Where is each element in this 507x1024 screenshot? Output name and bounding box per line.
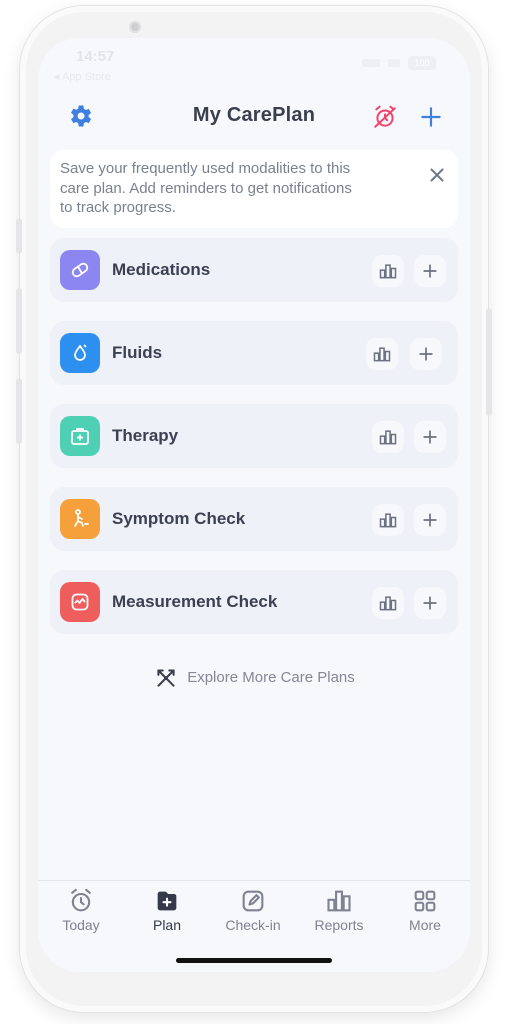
reports-button[interactable] <box>372 504 404 536</box>
explore-label: Explore More Care Plans <box>187 668 355 686</box>
careplan-item-label: Therapy <box>112 426 179 445</box>
status-time: 14:57 <box>76 48 115 65</box>
alarm-off-icon[interactable] <box>372 104 398 130</box>
banner-line-2: care plan. Add reminders to get notifica… <box>60 179 352 197</box>
banner-text: Save your frequently used modalities to … <box>60 159 406 218</box>
droplet-icon <box>60 333 100 373</box>
explore-more-link[interactable]: Explore More Care Plans <box>38 664 470 695</box>
careplan-item-symptom-check[interactable]: Symptom Check <box>50 487 458 551</box>
page-title: My CarePlan <box>192 104 316 126</box>
back-to-app-store[interactable]: ◂ App Store <box>54 70 111 83</box>
careplan-item-label: Symptom Check <box>112 509 246 528</box>
app-screen: 14:57 ◂ App Store 100 My CarePlan Save y… <box>38 38 470 972</box>
careplan-item-fluids[interactable]: Fluids <box>50 321 458 385</box>
bar-chart-icon <box>373 347 391 362</box>
bar-chart-icon <box>379 430 397 445</box>
side-button-volume-up <box>16 288 22 354</box>
bar-chart-icon <box>379 513 397 528</box>
plan-icon <box>157 891 177 911</box>
add-item-button[interactable] <box>414 421 446 453</box>
careplan-item-therapy[interactable]: Therapy <box>50 404 458 468</box>
add-icon[interactable] <box>418 104 444 130</box>
side-button-power <box>486 308 492 416</box>
info-banner: Save your frequently used modalities to … <box>50 150 458 228</box>
add-item-button[interactable] <box>414 255 446 287</box>
add-item-button[interactable] <box>414 504 446 536</box>
edit-icon <box>242 890 264 912</box>
add-icon <box>423 430 437 444</box>
side-button-volume-down <box>16 378 22 444</box>
wifi-icon <box>388 59 400 67</box>
tab-label: Plan <box>152 917 182 933</box>
bar-chart-icon <box>379 264 397 279</box>
side-button-mute <box>16 218 22 254</box>
careplan-item-medications[interactable]: Medications <box>50 238 458 302</box>
close-icon[interactable] <box>426 164 448 186</box>
camera <box>129 21 141 33</box>
reports-button[interactable] <box>366 338 398 370</box>
battery-icon: 100 <box>408 56 436 70</box>
person-icon <box>60 499 100 539</box>
reports-button[interactable] <box>372 421 404 453</box>
tab-label: Check-in <box>225 917 281 933</box>
tab-today[interactable]: Today <box>38 887 124 933</box>
tab-check-in[interactable]: Check-in <box>210 887 296 933</box>
banner-line-3: to track progress. <box>60 199 176 216</box>
add-icon <box>423 596 437 610</box>
add-icon <box>423 264 437 278</box>
medkit-icon <box>60 416 100 456</box>
home-indicator[interactable] <box>176 958 332 963</box>
tab-label: More <box>409 917 441 933</box>
status-indicators: 100 <box>362 56 436 70</box>
reports-button[interactable] <box>372 255 404 287</box>
add-item-button[interactable] <box>410 338 442 370</box>
status-bar: 14:57 ◂ App Store 100 <box>38 38 470 98</box>
tab-reports[interactable]: Reports <box>296 887 382 933</box>
careplan-item-label: Medications <box>112 260 211 279</box>
signal-icon <box>362 59 380 67</box>
grid-icon <box>414 890 436 912</box>
bar-chart-icon <box>379 596 397 611</box>
tab-plan[interactable]: Plan <box>124 887 210 933</box>
explore-icon <box>157 669 175 687</box>
heartbeat-icon <box>60 582 100 622</box>
tab-label: Today <box>62 917 100 933</box>
careplan-item-label: Fluids <box>112 343 163 362</box>
tab-label: Reports <box>314 917 364 933</box>
add-icon <box>419 347 433 361</box>
alarm-clock-icon <box>71 888 91 912</box>
careplan-item-label: Measurement Check <box>112 592 278 611</box>
bar-chart-icon <box>327 890 351 912</box>
header: My CarePlan <box>38 100 470 140</box>
tab-more[interactable]: More <box>382 887 468 933</box>
banner-line-1: Save your frequently used modalities to … <box>60 160 351 177</box>
add-item-button[interactable] <box>414 587 446 619</box>
add-icon <box>423 513 437 527</box>
pill-icon <box>60 250 100 290</box>
careplan-item-measurement-check[interactable]: Measurement Check <box>50 570 458 634</box>
reports-button[interactable] <box>372 587 404 619</box>
